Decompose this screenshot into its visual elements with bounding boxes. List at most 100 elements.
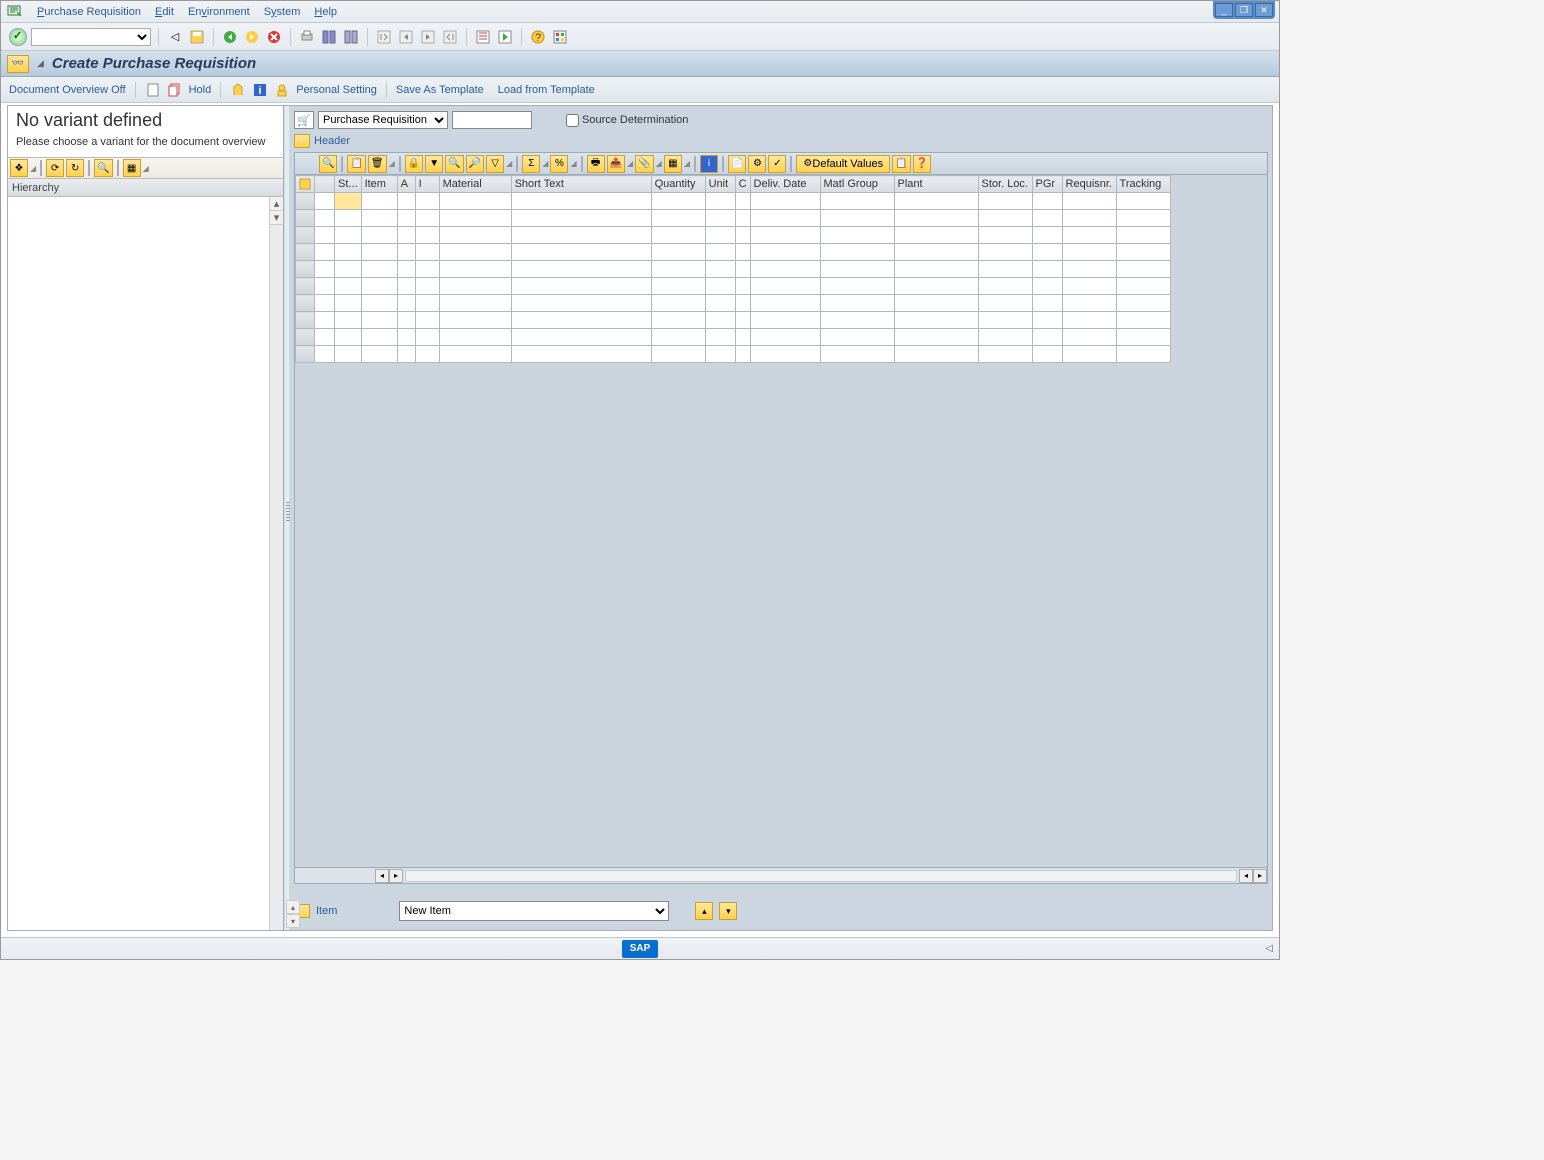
cell[interactable]: [415, 329, 439, 346]
cell[interactable]: [335, 278, 362, 295]
sort-icon[interactable]: ▽: [486, 155, 504, 173]
cell[interactable]: [511, 227, 651, 244]
cell[interactable]: [439, 193, 511, 210]
cell[interactable]: [335, 312, 362, 329]
row-header[interactable]: [296, 261, 315, 278]
cell[interactable]: [735, 278, 750, 295]
refresh-icon[interactable]: ⟳: [46, 159, 64, 177]
cell[interactable]: [651, 261, 705, 278]
cell[interactable]: [361, 278, 397, 295]
addr-icon[interactable]: 📋: [892, 155, 910, 173]
cell[interactable]: [750, 346, 820, 363]
cell[interactable]: [1032, 261, 1062, 278]
cell[interactable]: [1032, 278, 1062, 295]
cell[interactable]: [315, 278, 335, 295]
cell[interactable]: [651, 329, 705, 346]
cell[interactable]: [439, 244, 511, 261]
cell[interactable]: [335, 261, 362, 278]
cell[interactable]: [315, 346, 335, 363]
find-next-icon[interactable]: [342, 28, 360, 46]
find-var-icon[interactable]: 🔍: [94, 159, 112, 177]
row-header[interactable]: [296, 312, 315, 329]
cell[interactable]: [750, 312, 820, 329]
cell[interactable]: [335, 244, 362, 261]
col-9[interactable]: C: [735, 176, 750, 193]
default-values-button[interactable]: ⚙ Default Values: [796, 155, 890, 173]
cell[interactable]: [750, 193, 820, 210]
cell[interactable]: [705, 312, 735, 329]
prev-page-icon[interactable]: [397, 28, 415, 46]
cell[interactable]: [820, 193, 894, 210]
row-header[interactable]: [296, 193, 315, 210]
col-1[interactable]: St...: [335, 176, 362, 193]
cell[interactable]: [735, 227, 750, 244]
cell[interactable]: [335, 329, 362, 346]
back-icon[interactable]: ◁: [166, 28, 184, 46]
cell[interactable]: [735, 193, 750, 210]
cell[interactable]: [439, 295, 511, 312]
cell[interactable]: [439, 227, 511, 244]
doc-number-input[interactable]: [452, 111, 532, 129]
cell[interactable]: [894, 210, 978, 227]
cell[interactable]: [978, 244, 1032, 261]
adopt-icon[interactable]: ↻: [66, 159, 84, 177]
cell[interactable]: [820, 312, 894, 329]
cell[interactable]: [820, 261, 894, 278]
cell[interactable]: [750, 210, 820, 227]
cell[interactable]: [511, 210, 651, 227]
cell[interactable]: [511, 193, 651, 210]
cell[interactable]: [361, 346, 397, 363]
cell[interactable]: [894, 295, 978, 312]
cell[interactable]: [397, 329, 415, 346]
cell[interactable]: [894, 346, 978, 363]
cell[interactable]: [1062, 261, 1116, 278]
release-icon[interactable]: ✓: [768, 155, 786, 173]
cell[interactable]: [1116, 244, 1170, 261]
col-12[interactable]: Plant: [894, 176, 978, 193]
cell[interactable]: [894, 329, 978, 346]
cell[interactable]: [415, 193, 439, 210]
hold-button[interactable]: Hold: [189, 84, 212, 96]
cell[interactable]: [415, 244, 439, 261]
cancel-icon[interactable]: [265, 28, 283, 46]
cell[interactable]: [397, 193, 415, 210]
cell[interactable]: [735, 329, 750, 346]
cell[interactable]: [439, 346, 511, 363]
cell[interactable]: [705, 244, 735, 261]
cell[interactable]: [978, 295, 1032, 312]
cell[interactable]: [315, 244, 335, 261]
pane-scroll-down[interactable]: ▾: [286, 914, 300, 928]
first-page-icon[interactable]: [375, 28, 393, 46]
doc-overview-toggle[interactable]: Document Overview Off: [9, 84, 126, 96]
layout-icon[interactable]: ▦: [123, 159, 141, 177]
cell[interactable]: [735, 210, 750, 227]
load-from-template-button[interactable]: Load from Template: [498, 84, 595, 96]
cell[interactable]: [439, 329, 511, 346]
cell[interactable]: [315, 329, 335, 346]
cell[interactable]: [1116, 346, 1170, 363]
copy-doc-icon[interactable]: [167, 82, 183, 98]
cell[interactable]: [439, 278, 511, 295]
doc-type-select[interactable]: Purchase Requisition: [318, 111, 448, 129]
cell[interactable]: [894, 261, 978, 278]
cell[interactable]: [1032, 329, 1062, 346]
minimize-button[interactable]: _: [1215, 3, 1233, 17]
cell[interactable]: [1116, 312, 1170, 329]
cell[interactable]: [361, 329, 397, 346]
row-header[interactable]: [296, 295, 315, 312]
close-button[interactable]: ✕: [1255, 3, 1273, 17]
cell[interactable]: [651, 210, 705, 227]
cell[interactable]: [1062, 193, 1116, 210]
cell[interactable]: [335, 295, 362, 312]
personal-setting-button[interactable]: Personal Setting: [296, 84, 377, 96]
exit-icon[interactable]: [243, 28, 261, 46]
row-header[interactable]: [296, 346, 315, 363]
cell[interactable]: [978, 346, 1032, 363]
cell[interactable]: [705, 346, 735, 363]
row-header[interactable]: [296, 227, 315, 244]
cell[interactable]: [1062, 210, 1116, 227]
cell[interactable]: [397, 210, 415, 227]
cell[interactable]: [705, 193, 735, 210]
item-prev-button[interactable]: ▴: [695, 902, 713, 920]
cell[interactable]: [978, 261, 1032, 278]
